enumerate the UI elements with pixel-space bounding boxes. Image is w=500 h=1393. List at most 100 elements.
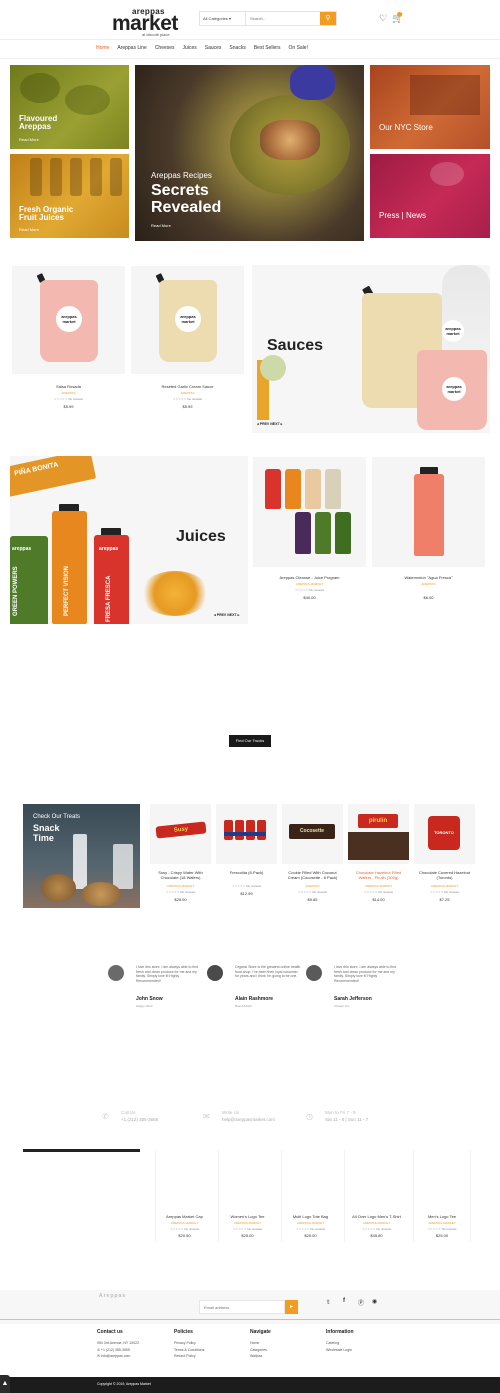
product-card-watermelon-agua-fresca[interactable]: Watermelon "Agua Fresca" AREPPAS $6.00 [372,457,485,612]
footer-link-wholesale[interactable]: Wholesale Login [326,1347,352,1354]
bottle [285,469,301,509]
product-name[interactable]: Susy - Crispy Wafer With Chocolate (18 W… [150,870,211,880]
milk-bottle-decoration [73,834,87,889]
product-card-market-cap[interactable]: Areppas Market Cap AREPPAS MARKET ☆☆☆☆☆ … [155,1150,213,1242]
snack-package: Susy [155,821,207,839]
instagram-icon[interactable]: ◉ [372,1298,377,1305]
sauces-title: Sauces [267,337,324,354]
prev-link[interactable]: PREV [217,613,227,617]
search-input[interactable] [246,12,320,25]
product-rating: ☆☆☆☆☆ No reviews [294,588,325,592]
product-reviews: No reviews [68,397,84,401]
product-card-tote-bag[interactable]: Multi Logo Tote Bag AREPPAS MARKET ☆☆☆☆☆… [281,1150,339,1242]
product-card-cleanse-program[interactable]: Areppas Cleanse - Juice Program AREPPAS … [253,457,366,612]
sauces-feature-banner[interactable]: areppas market areppas market Sauces ◂ P… [252,265,490,433]
banner-nyc-store[interactable]: Our NYC Store [370,65,490,149]
product-price: $25.00 [174,897,187,902]
product-card-susy-wafer[interactable]: Susy Susy - Crispy Wafer With Chocolate … [150,804,211,908]
product-reviews: No reviews [180,890,196,894]
bottle-decoration [50,158,62,196]
product-name[interactable]: Watermelon "Agua Fresca" [372,575,485,580]
category-select[interactable]: All Categories ▾ [200,12,246,25]
nav-cheeses[interactable]: Cheeses [155,45,175,51]
bottle [295,512,311,554]
product-rating: ☆☆☆☆☆ No reviews [165,890,196,894]
read-more-link[interactable]: Read More [19,227,39,232]
twitter-icon[interactable]: 𝕥 [327,1299,330,1306]
avatar [108,965,124,981]
nav-sauces[interactable]: Sauces [205,45,222,51]
sauces-prev-next[interactable]: ◂ PREV NEXT ▸ [257,422,282,426]
product-name[interactable]: Multi Logo Tote Bag [282,1214,339,1219]
product-name[interactable]: Chocolate Covered Hazelnut (Toronto) [414,870,475,880]
prev-link[interactable]: PREV [260,422,270,426]
product-name[interactable]: Men's Logo Tee [414,1214,470,1219]
footer-link-refund[interactable]: Refund Policy [174,1353,204,1360]
product-price: $25.00 [304,1233,317,1238]
snack-package: Cocosette [289,824,335,839]
newsletter-email-input[interactable] [199,1300,285,1314]
product-card-womens-tee[interactable]: Women's Logo Tee AREPPAS MARKET ☆☆☆☆☆ No… [218,1150,276,1242]
juices-feature-banner[interactable]: PIÑA BONITA areppas GREEN POWERS PERFECT… [10,456,248,624]
product-name[interactable]: Areppas Market Cap [156,1214,213,1219]
product-name[interactable]: Salsa Rosada [12,384,125,389]
juices-prev-next[interactable]: ◂ PREV NEXT ▸ [214,613,239,617]
banner-fresh-juices[interactable]: Fresh Organic Fruit Juices Read More [10,154,129,238]
product-image: pirulin [348,804,409,864]
product-card-garlic-sauce[interactable]: areppas market Reseted Garlic Cream Sauc… [131,266,244,416]
next-link[interactable]: NEXT [270,422,279,426]
product-name[interactable]: Reseted Garlic Cream Sauce [131,384,244,389]
product-card-toronto[interactable]: TORONTO Chocolate Covered Hazelnut (Toro… [414,804,475,908]
product-price: $12.99 [240,891,253,896]
newsletter-submit-button[interactable]: ▸ [285,1300,298,1314]
pinterest-icon[interactable]: Ⓟ [358,1298,364,1307]
footer-email[interactable]: ✉ info@areppas.com [97,1353,139,1360]
product-name[interactable]: Cookie Filled With Coconut Cream (Cocose… [282,870,343,880]
banner-press-news[interactable]: Press | News [370,154,490,238]
product-price: $5.99 [182,404,193,409]
can [235,820,244,840]
product-card-pirulin[interactable]: pirulin Chocolate Hazelnut Filled Wafers… [348,804,409,908]
product-rating: ☆☆☆☆☆ No reviews [53,397,84,401]
product-card-mens-tee[interactable]: Men's Logo Tee AREPPAS MARKET ☆☆☆☆☆ No r… [413,1150,471,1242]
nav-areppas-line[interactable]: Areppas Line [117,45,146,51]
read-more-link[interactable]: Read More [151,223,171,228]
product-name[interactable]: Areppas Cleanse - Juice Program [253,575,366,580]
product-rating: ☆☆☆☆☆ No reviews [297,890,328,894]
shopify-icon[interactable]: ▲ [0,1375,10,1393]
nav-best-sellers[interactable]: Best Sellers [254,45,281,51]
footer-link-wallpax[interactable]: Wallpax [250,1353,267,1360]
product-rating: ☆☆☆☆☆ No reviews [169,1227,200,1231]
footer-navigate-list: Home Categories Wallpax [250,1340,267,1360]
logo-tagline: at biscotti place [142,32,170,37]
product-card-frescolita[interactable]: Frescolita (6-Pack) ☆☆☆☆☆ No reviews $12… [216,804,277,908]
product-image: Susy [150,804,211,864]
snack-package: pirulin [358,814,398,828]
product-name[interactable]: Women's Logo Tee [219,1214,276,1219]
bottle-decoration [30,158,42,196]
snack-time-banner[interactable]: Check Our Treats Snack Time [23,804,140,908]
nav-divider [0,58,500,59]
search-button[interactable]: ⚲ [320,12,336,25]
facebook-icon[interactable]: f [343,1298,345,1304]
nav-snacks[interactable]: Snacks [229,45,245,51]
nav-home[interactable]: Home [96,45,109,51]
banner-recipes-secrets[interactable]: Areppas Recipes Secrets Revealed Read Mo… [135,65,364,241]
wishlist-heart-icon[interactable]: ♡ [378,13,388,23]
nav-on-sale[interactable]: On Sale! [289,45,308,51]
find-trucks-button[interactable]: Find Our Trucks [229,735,271,747]
product-card-mens-tshirt[interactable]: All Over Logo Men's T-Shirt AREPPAS MARK… [344,1150,408,1242]
product-name[interactable]: Chocolate Hazelnut Filled Wafers - Pirul… [348,870,409,880]
product-name[interactable]: Frescolita (6-Pack) [216,870,277,875]
product-card-salsa-rosada[interactable]: areppas market Salsa Rosada AREPPAS ☆☆☆☆… [12,266,125,416]
next-link[interactable]: NEXT [227,613,236,617]
testimonial-text: Organic Store is the greatest online hea… [235,965,301,979]
category-select-label: All Categories [203,16,228,21]
product-name[interactable]: All Over Logo Men's T-Shirt [345,1214,408,1219]
contact-value: help@areppasmarket.com [222,1117,275,1122]
nav-juices[interactable]: Juices [183,45,197,51]
banner-flavoured-areppas[interactable]: Flavoured Areppas Read More [10,65,129,149]
product-card-cocosette[interactable]: Cocosette Cookie Filled With Coconut Cre… [282,804,343,908]
read-more-link[interactable]: Read More [19,137,39,142]
testimonial-text: I love this store. I am always able to f… [136,965,199,984]
